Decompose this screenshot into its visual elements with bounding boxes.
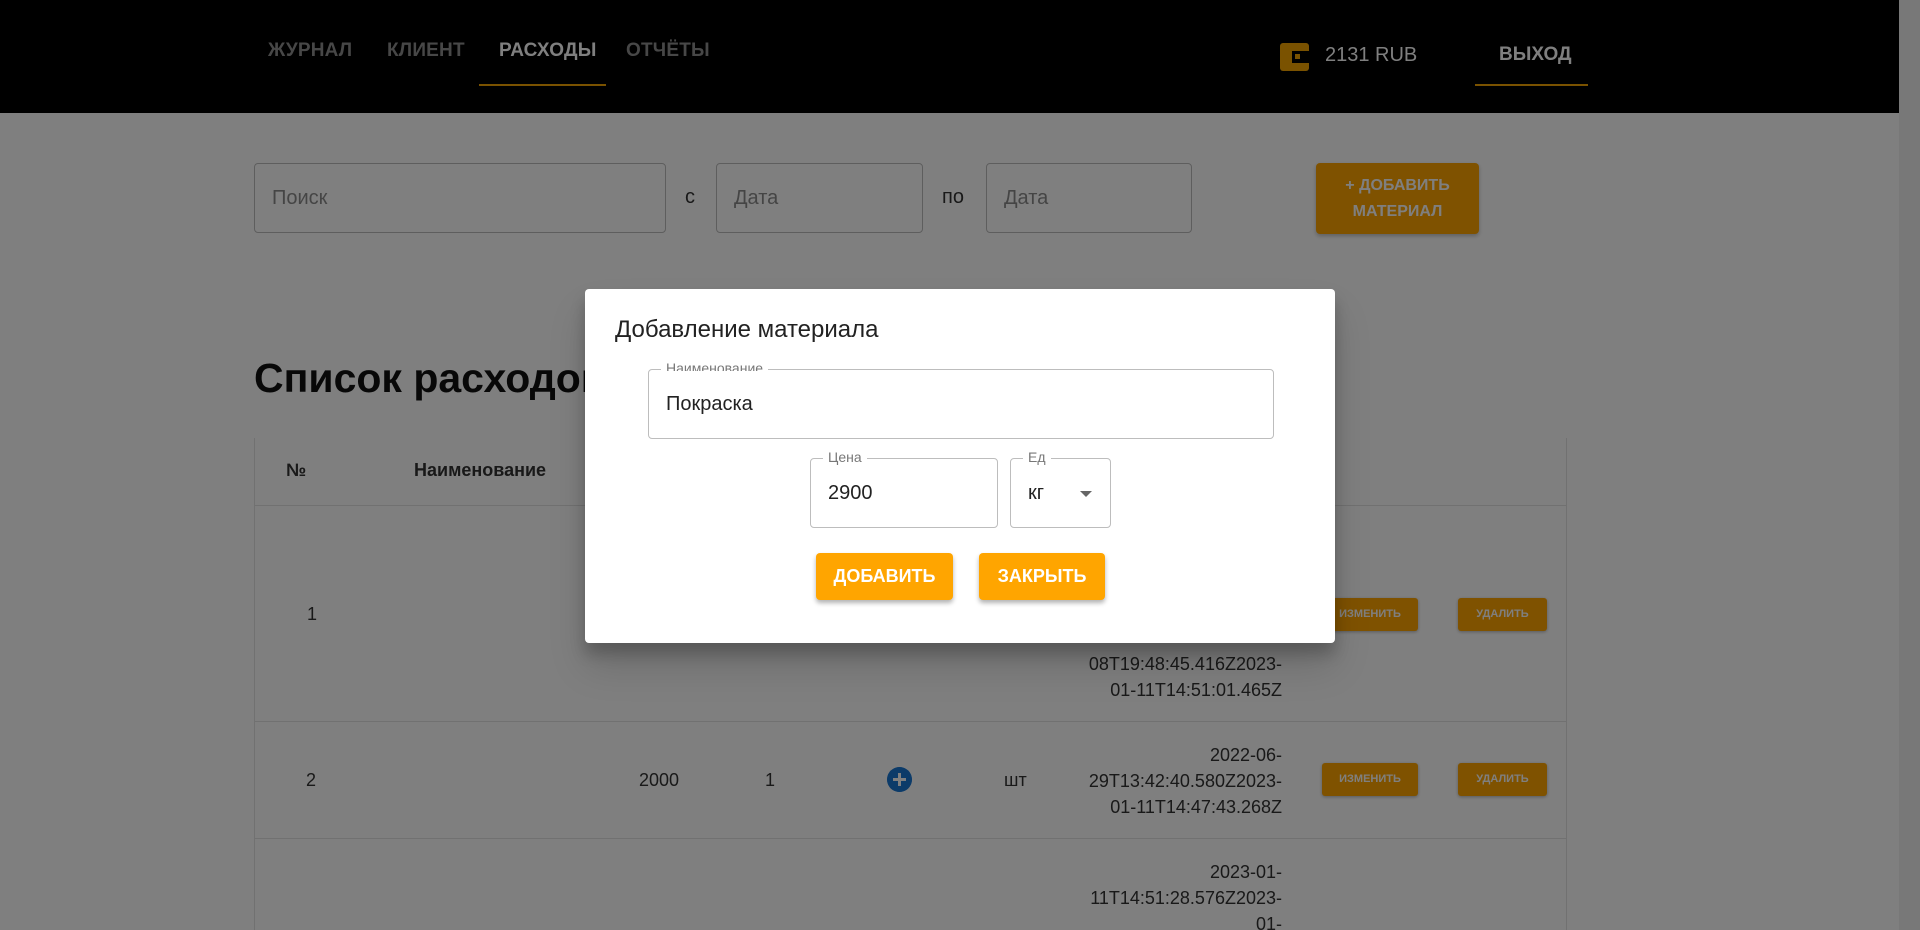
dialog-close-button[interactable]: ЗАКРЫТЬ bbox=[979, 553, 1105, 600]
dialog-add-button[interactable]: ДОБАВИТЬ bbox=[816, 553, 953, 600]
add-material-dialog: Добавление материала Наименование Покрас… bbox=[585, 289, 1335, 643]
material-name-value: Покраска bbox=[666, 393, 753, 415]
material-name-label: Наименование bbox=[661, 361, 769, 371]
price-field[interactable]: Цена 2900 bbox=[810, 448, 998, 528]
material-name-field[interactable]: Наименование Покраска bbox=[648, 361, 1274, 439]
dialog-title: Добавление материала bbox=[615, 316, 879, 343]
unit-value: кг bbox=[1028, 482, 1045, 504]
unit-label: Ед bbox=[1023, 448, 1051, 466]
unit-select[interactable]: Ед кг bbox=[1010, 448, 1111, 528]
price-label: Цена bbox=[823, 448, 867, 466]
price-value: 2900 bbox=[828, 482, 873, 504]
dropdown-arrow-icon[interactable] bbox=[1080, 491, 1092, 497]
